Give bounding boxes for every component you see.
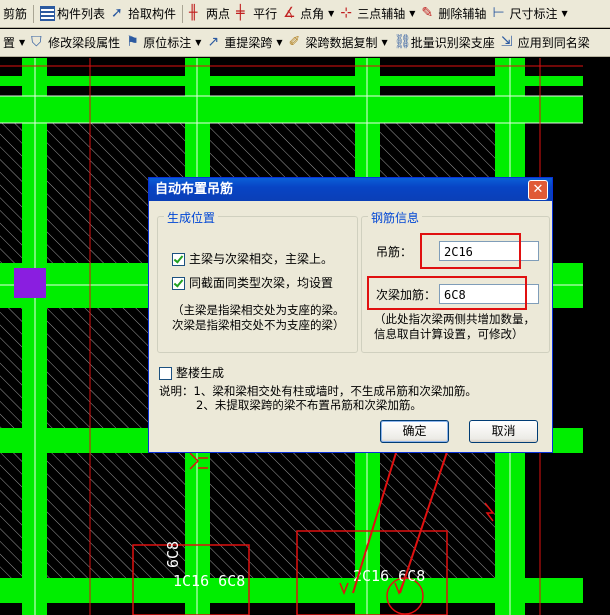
checkbox-whole-building[interactable] (159, 367, 172, 380)
toolbar-label: 梁跨数据复制 (305, 36, 378, 50)
position-group-legend: 生成位置 (164, 209, 219, 226)
toolbar-label: 拾取构件 (128, 7, 177, 21)
toolbar-label: 剪筋 (3, 7, 28, 21)
toolbar-label: 置 (3, 36, 16, 50)
position-group: 生成位置 主梁与次梁相交，主梁上。 同截面同类型次梁，均设置 （主梁是指梁相交处… (157, 209, 358, 353)
chevron-down-icon[interactable]: ▼ (328, 9, 334, 18)
toolbar-label: 批量识别梁支座 (410, 36, 495, 50)
cancel-button[interactable]: 取消 (469, 420, 538, 443)
modify-beam-segment-button[interactable]: ⛉ 修改梁段属性 (28, 32, 123, 54)
apply-same-name-button[interactable]: ⇲ 应用到同名梁 (498, 32, 593, 54)
option-label: 主梁与次梁相交，主梁上。 (189, 252, 334, 266)
rebar-group-legend: 钢筋信息 (368, 209, 423, 226)
parallel-button[interactable]: ╪ 平行 (233, 3, 280, 25)
dimension-button[interactable]: ⊢ 尺寸标注 ▼ (489, 3, 570, 25)
eraser-icon: ✎ (421, 5, 434, 21)
close-icon: ✕ (532, 182, 544, 197)
toolbar-item-rebar[interactable]: 剪筋 (0, 3, 30, 25)
pick-arrow-icon: ➚ (111, 5, 123, 21)
chevron-down-icon[interactable]: ▼ (409, 9, 415, 18)
angle-icon: ∡ (283, 5, 296, 21)
support-icon: ⛓ (393, 34, 412, 50)
delete-axis-button[interactable]: ✎ 删除辅轴 (418, 3, 489, 25)
toolbar-label: 点角 (300, 7, 325, 21)
ok-button[interactable]: 确定 (380, 420, 449, 443)
toolbar-label: 三点辅轴 (357, 7, 406, 21)
toolbar-top: 剪筋 构件列表 ➚ 拾取构件 ╫ 两点 ╪ 平行 ∡ 点角 ▼ ⊹ 三点辅轴 ▼ ✎ 删除辅轴 … (0, 0, 610, 28)
chevron-down-icon[interactable]: ▼ (19, 38, 25, 47)
three-point-axis-button[interactable]: ⊹ 三点辅轴 ▼ (337, 3, 418, 25)
toolbar-label: 修改梁段属性 (48, 36, 121, 50)
toolbar-label: 两点 (206, 7, 231, 21)
chevron-down-icon[interactable]: ▼ (382, 38, 388, 47)
highlight-secondary (367, 276, 527, 310)
brush-icon: ✐ (288, 34, 301, 50)
batch-identify-support-button[interactable]: ⛓ 批量识别梁支座 (391, 32, 498, 54)
dialog-titlebar[interactable]: 自动布置吊筋 ✕ (149, 178, 552, 201)
toolbar-second: 置 ▼ ⛉ 修改梁段属性 ⚑ 原位标注 ▼ ↗ 重提梁跨 ▼ ✐ 梁跨数据复制 ▼ ⛓ 批量识别梁… (0, 29, 610, 57)
option-label: 同截面同类型次梁，均设置 (189, 276, 334, 290)
component-list-button[interactable]: 构件列表 (37, 3, 108, 25)
chevron-down-icon[interactable]: ▼ (195, 38, 201, 47)
position-note-2: 次梁是指梁相交处不为支座的梁） (172, 318, 345, 332)
beam-rebar-label: 1C16 6C8 (173, 572, 245, 590)
beam-rebar-label: 2C16 6C8 (353, 567, 425, 585)
option-main-secondary[interactable]: 主梁与次梁相交，主梁上。 (172, 250, 333, 267)
slab (210, 453, 355, 578)
apply-icon: ⇲ (500, 34, 513, 50)
pick-component-button[interactable]: ➚ 拾取构件 (108, 3, 179, 25)
checkbox-main-secondary[interactable] (172, 253, 185, 266)
explanation-2: 2、未提取梁跨的梁不布置吊筋和次梁加筋。 (196, 398, 422, 412)
chevron-down-icon[interactable]: ▼ (561, 9, 567, 18)
dialog-title: 自动布置吊筋 (155, 182, 234, 197)
re-extract-span-button[interactable]: ↗ 重提梁跨 ▼ (204, 32, 285, 54)
option-same-section[interactable]: 同截面同类型次梁，均设置 (172, 274, 333, 291)
auto-place-hanger-dialog: 自动布置吊筋 ✕ 生成位置 主梁与次梁相交，主梁上。 同截面同类型次梁，均设置 … (148, 177, 553, 453)
copy-span-data-button[interactable]: ✐ 梁跨数据复制 ▼ (286, 32, 391, 54)
vertical-rebar-label: 6C8 (164, 541, 182, 568)
dimension-icon: ⊢ (492, 5, 505, 21)
slab (380, 453, 495, 578)
span-icon: ↗ (207, 34, 220, 50)
toolbar-label: 应用到同名梁 (517, 36, 590, 50)
checkbox-same-section[interactable] (172, 277, 185, 290)
toolbar-item-set[interactable]: 置 ▼ (0, 32, 28, 54)
position-note-1: （主梁是指梁相交处为支座的梁。 (172, 303, 345, 317)
hanger-label: 吊筋： (376, 245, 413, 259)
slab (0, 308, 22, 428)
separator (182, 4, 184, 23)
toolbar-label: 重提梁跨 (224, 36, 273, 50)
axis-grid-icon: ╫ (189, 5, 198, 21)
rebar-note-2: 信息取自计算设置，可修改） (374, 327, 524, 341)
highlight-hanger (420, 233, 521, 269)
three-point-icon: ⊹ (340, 5, 352, 21)
slab (0, 453, 22, 578)
right-panel-strip (583, 58, 610, 615)
column (14, 268, 46, 298)
toolbar-label: 删除辅轴 (438, 7, 487, 21)
toolbar-label: 平行 (253, 7, 278, 21)
in-place-annotation-button[interactable]: ⚑ 原位标注 ▼ (123, 32, 204, 54)
slab (0, 123, 22, 263)
parallel-icon: ╪ (236, 5, 245, 21)
list-icon (40, 6, 56, 21)
point-angle-button[interactable]: ∡ 点角 ▼ (280, 3, 337, 25)
annotation-icon: ⚑ (126, 34, 139, 50)
beam-edit-icon: ⛉ (31, 34, 42, 50)
toolbar-label: 尺寸标注 (509, 7, 558, 21)
close-button[interactable]: ✕ (528, 180, 548, 200)
separator (33, 4, 35, 23)
toolbar-label: 原位标注 (143, 36, 192, 50)
rebar-note-1: （此处指次梁两侧共增加数量， (374, 312, 535, 326)
chevron-down-icon[interactable]: ▼ (276, 38, 282, 47)
toolbar-label: 构件列表 (57, 7, 106, 21)
two-point-button[interactable]: ╫ 两点 (186, 3, 233, 25)
option-label: 整楼生成 (176, 366, 225, 380)
option-whole-building[interactable]: 整楼生成 (159, 364, 224, 381)
